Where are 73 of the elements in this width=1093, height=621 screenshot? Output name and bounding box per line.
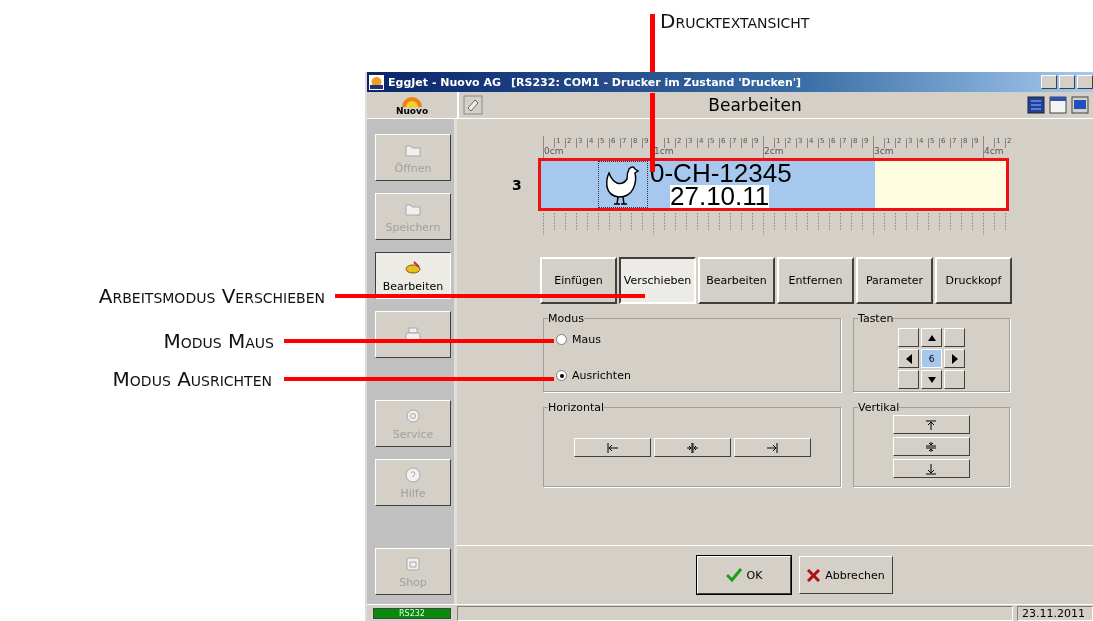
gear-icon [404,406,422,425]
step-value[interactable]: 6 [921,349,942,368]
sun-logo-icon [402,94,422,107]
ok-button[interactable]: OK [697,556,791,594]
group-title: Tasten [858,312,894,325]
key-button[interactable] [898,328,919,347]
radio-label: Ausrichten [572,369,631,382]
help-icon [404,465,422,484]
align-bottom-icon [925,462,938,475]
radio-label: Maus [572,333,601,346]
palette-icon [404,258,422,277]
group-title: Horizontal [548,401,605,414]
check-icon [725,568,742,582]
window-title: EggJet - Nuovo AG [388,75,501,89]
status-date: 23.11.2011 [1017,606,1093,621]
radio-button[interactable] [556,370,567,381]
ruler-label: 0cm [544,147,564,155]
page-title: Bearbeiten [707,95,803,115]
align-right-icon [765,441,779,454]
align-left-icon [605,441,619,454]
down-button[interactable] [921,370,942,389]
group-title: Modus [548,312,584,325]
maximize-button[interactable] [1059,75,1075,89]
callout-label: Modus Maus [163,330,274,352]
print-text-line: 0-CH-12345 [650,161,792,185]
ruler-label: 2cm [764,147,784,155]
mode-tab[interactable]: Druckkopf [935,257,1012,304]
ruler-label: 1cm [654,147,674,155]
ruler-label: 3cm [874,147,894,155]
key-button[interactable] [944,328,965,347]
calendar-icon[interactable] [1049,96,1067,114]
align-center-icon [685,441,699,454]
minimize-button[interactable] [1041,75,1057,89]
right-button[interactable] [944,349,965,368]
arrow-down-icon [926,374,937,385]
row-number: 3 [512,176,523,193]
logo-text: Nuovo [395,106,429,116]
align-left-button[interactable] [573,438,651,457]
window-status: [RS232: COM1 - Drucker im Zustand 'Drucken'] [511,75,802,89]
callout-label: Modus Ausrichten [112,368,272,390]
callout-label: Arbeitsmodus Verschieben [98,285,325,307]
align-bottom-button[interactable] [893,459,970,478]
key-button[interactable] [898,370,919,389]
mode-tab[interactable]: Entfernen [777,257,854,304]
align-middle-icon [925,440,938,453]
port-indicator: RS232 [373,607,451,619]
eraser-icon[interactable] [463,95,483,115]
callout-label: Drucktextansicht [660,10,810,32]
ruler-label: 4cm [984,147,1004,155]
mode-tab[interactable]: Verschieben [619,257,696,304]
arrow-right-icon [949,353,960,364]
mode-tab[interactable]: Parameter [856,257,933,304]
radio-button[interactable] [556,334,567,345]
cancel-button[interactable]: Abbrechen [799,556,893,594]
align-center-button[interactable] [653,438,731,457]
mode-tab[interactable]: Einfügen [540,257,617,304]
monitor-icon[interactable] [1071,96,1089,114]
align-right-button[interactable] [733,438,811,457]
sidebar-button[interactable]: Bearbeiten [375,252,451,299]
mode-tab[interactable]: Bearbeiten [698,257,775,304]
align-top-button[interactable] [893,415,970,434]
key-button[interactable] [944,370,965,389]
cross-icon [807,568,821,582]
group-title: Vertikal [858,401,900,414]
align-top-icon [925,418,938,431]
box-icon [404,554,422,573]
print-preview[interactable]: 0-CH-12345 27.10.11 [538,158,1009,211]
align-middle-button[interactable] [893,437,970,456]
app-icon [369,74,384,90]
up-button[interactable] [921,328,942,347]
close-button[interactable] [1077,75,1093,89]
grid-icon[interactable] [1027,96,1045,114]
left-button[interactable] [898,349,919,368]
